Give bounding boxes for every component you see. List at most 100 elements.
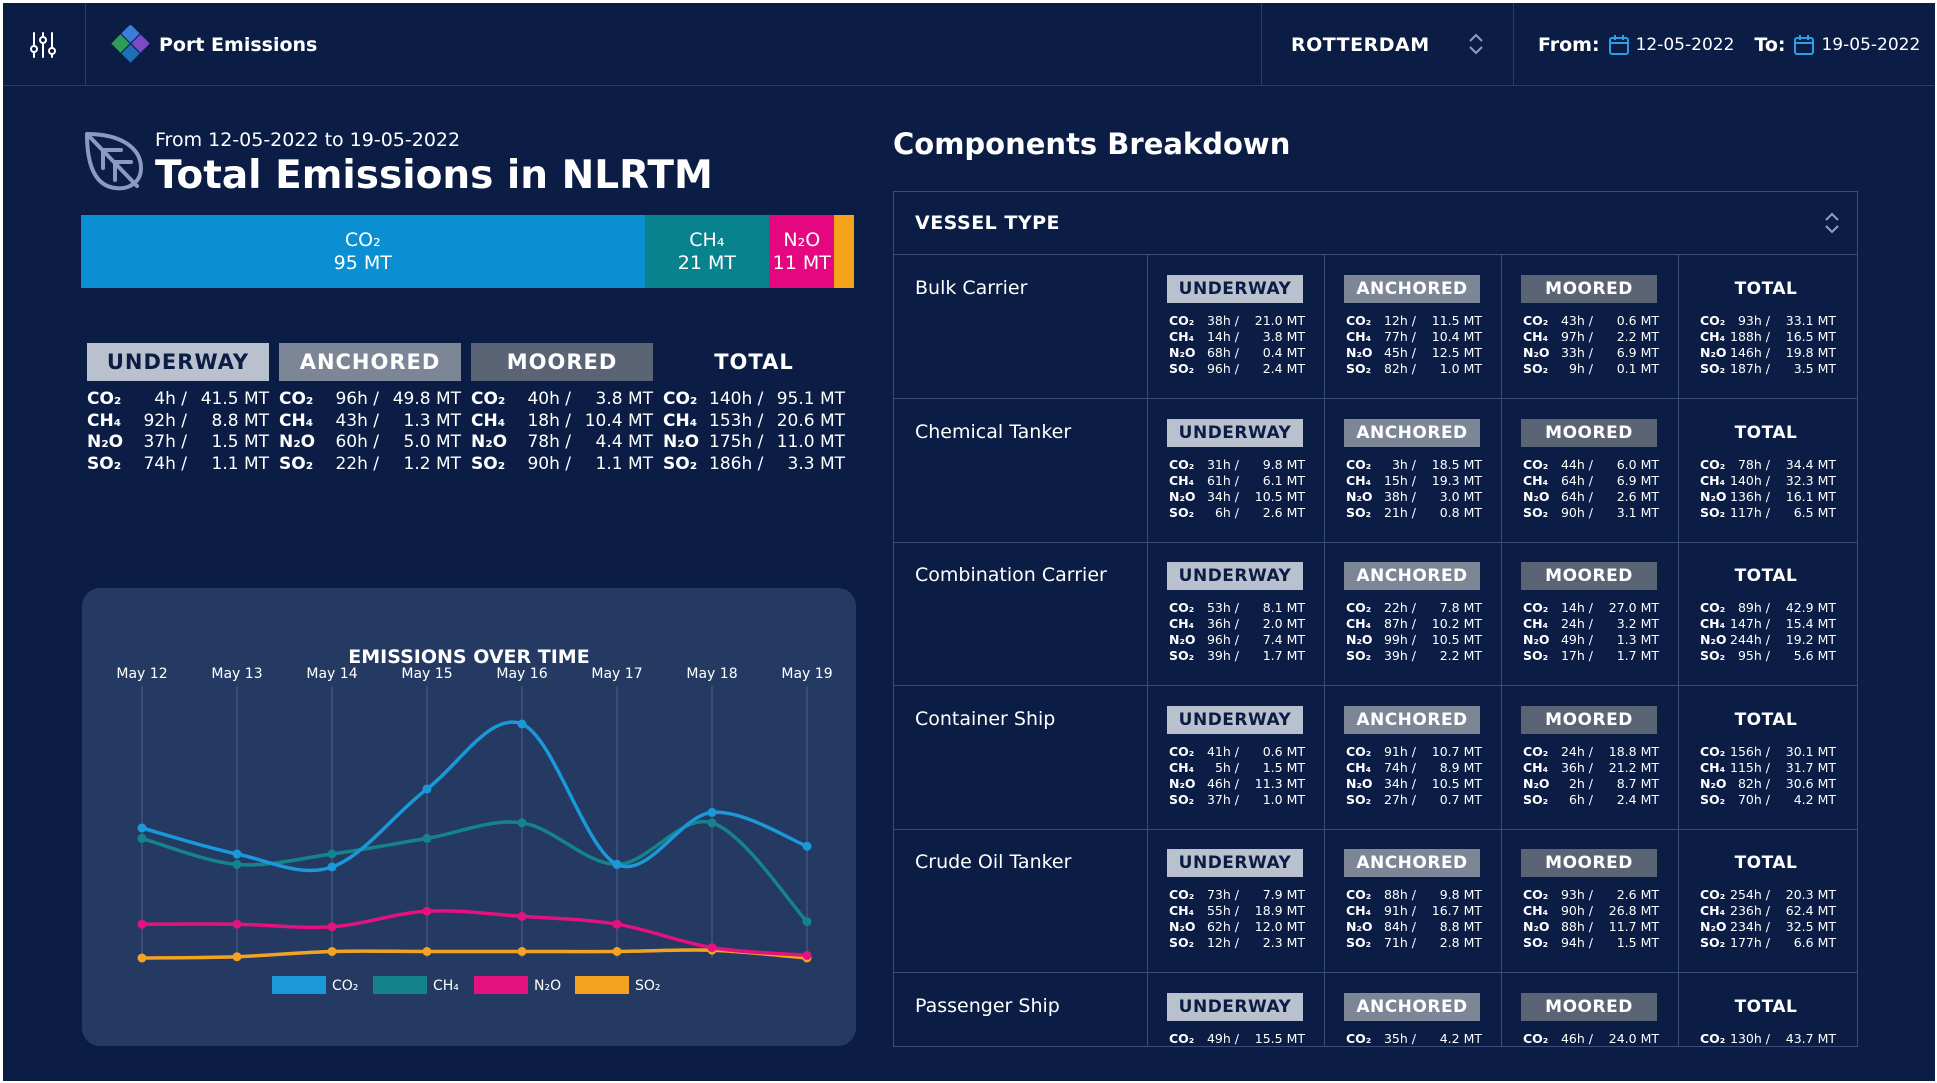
emission-row: N₂O 88h / 11.7 MT [1523, 919, 1659, 935]
mass-value: 42.9 MT [1785, 600, 1836, 615]
legend-label: SO₂ [635, 978, 661, 994]
gas-label: CH₄ [1523, 903, 1549, 918]
status-pill: ANCHORED [1344, 562, 1480, 590]
emission-rows: CO₂ 156h / 30.1 MT CH₄ 115h / 31.7 MT N₂O 82h /… [1700, 744, 1836, 808]
emission-row: CO₂ 93h / 2.6 MT [1523, 887, 1659, 903]
emission-row: SO₂ 96h / 2.4 MT [1169, 361, 1305, 377]
status-row: N₂O 37h / 1.5 MT [87, 432, 269, 454]
gas-label: CO₂ [1523, 600, 1549, 615]
gas-label: CH₄ [1700, 329, 1726, 344]
legend-label: CO₂ [332, 978, 358, 994]
data-point [517, 911, 527, 921]
emission-row: SO₂ 71h / 2.8 MT [1346, 935, 1482, 951]
emission-row: CO₂ 49h / 15.5 MT [1169, 1031, 1305, 1047]
emission-row: CO₂ 3h / 18.5 MT [1346, 457, 1482, 473]
gas-label: N₂O [1169, 775, 1196, 791]
to-label: To: [1754, 33, 1786, 56]
emission-rows: CO₂ 78h /34.4 MT CH₄ 140h /32.3 MT N₂O 136h /… [1700, 457, 1836, 521]
gas-label: CO₂ [1523, 887, 1549, 902]
gas-label: CH₄ [1700, 472, 1726, 488]
data-point [802, 950, 812, 960]
emission-row: N₂O 2h / 8.7 MT [1523, 776, 1659, 792]
mass-value: 49.8 MT [392, 389, 461, 409]
emission-row: CH₄ 36h / 21.2 MT [1523, 760, 1659, 776]
vessel-type-sort-header[interactable]: VESSEL TYPE [894, 192, 1857, 255]
vessel-row: Bulk Carrier UNDERWAY CO₂ 38h / 21.0 MT CH₄ 14… [894, 255, 1857, 399]
hours-value: 37h / [143, 432, 187, 452]
status-pill: UNDERWAY [87, 343, 269, 381]
gas-label: CH₄ [1169, 759, 1195, 775]
port-select[interactable]: ROTTERDAM [1261, 3, 1513, 86]
gas-label: CO₂ [1700, 743, 1726, 759]
hours-value: 236h / [1730, 903, 1770, 918]
hours-value: 35h / [1383, 1030, 1416, 1046]
to-date-picker[interactable]: 19-05-2022 [1793, 34, 1920, 56]
mass-value: 33.1 MT [1785, 313, 1836, 328]
emission-row: SO₂ 187h / 3.5 MT [1700, 361, 1836, 377]
status-pill: UNDERWAY [1167, 418, 1303, 447]
data-point [517, 818, 527, 828]
mass-value: 0.6 MT [1262, 743, 1305, 759]
hours-value: 17h / [1560, 648, 1593, 663]
page-title: Total Emissions in NLRTM [155, 153, 713, 198]
status-cell-moored: MOORED CO₂ 46h / 24.0 MT [1501, 972, 1678, 1046]
emission-rows: CO₂ 12h / 11.5 MT CH₄ 77h / 10.4 MT N₂O 45h / 12… [1346, 313, 1482, 377]
emission-row: CO₂ 93h / 33.1 MT [1700, 313, 1836, 329]
gas-label: CO₂ [1346, 600, 1372, 615]
data-point [232, 952, 242, 962]
emission-row: CH₄ 236h / 62.4 MT [1700, 903, 1836, 919]
chevron-updown-icon [1469, 33, 1483, 55]
status-rows: CO₂ 140h / 95.1 MT CH₄ 153h / 20.6 MT N₂O 175h … [663, 389, 845, 475]
hours-value: 3h / [1391, 456, 1416, 472]
hours-value: 177h / [1730, 935, 1770, 950]
emission-row: SO₂ 39h / 2.2 MT [1346, 648, 1482, 664]
mass-value: 16.5 MT [1785, 329, 1836, 344]
from-date-picker[interactable]: 12-05-2022 [1608, 34, 1734, 56]
emission-row: CH₄ 97h / 2.2 MT [1523, 329, 1659, 345]
emission-row: CO₂ 91h / 10.7 MT [1346, 744, 1482, 760]
gas-label: CO₂ [1523, 1030, 1549, 1046]
status-row: SO₂ 22h / 1.2 MT [279, 454, 461, 476]
status-pill: UNDERWAY [1167, 992, 1303, 1021]
mass-value: 11.3 MT [1254, 775, 1305, 791]
emission-row: N₂O 68h / 0.4 MT [1169, 345, 1305, 361]
data-point [232, 859, 242, 869]
emission-row: SO₂ 21h / 0.8 MT [1346, 505, 1482, 521]
status-row: CO₂ 140h / 95.1 MT [663, 389, 845, 411]
emission-row: SO₂ 27h / 0.7 MT [1346, 792, 1482, 808]
emission-row: CH₄ 91h / 16.7 MT [1346, 903, 1482, 919]
mass-value: 1.5 MT [211, 432, 270, 452]
gas-label: SO₂ [1346, 504, 1372, 520]
mass-value: 19.3 MT [1431, 472, 1482, 488]
hours-value: 6h / [1214, 504, 1239, 520]
vessel-name: Crude Oil Tanker [915, 851, 1072, 873]
legend-swatch [272, 976, 326, 994]
mass-value: 21.2 MT [1608, 759, 1659, 775]
emission-row: N₂O 234h / 32.5 MT [1700, 919, 1836, 935]
hours-value: 140h / [709, 389, 764, 409]
mass-value: 10.7 MT [1431, 743, 1482, 759]
status-row: CH₄ 153h / 20.6 MT [663, 411, 845, 433]
emission-rows: CO₂ 53h / 8.1 MT CH₄ 36h / 2.0 MT N₂O 96h / 7.4 … [1169, 600, 1305, 664]
status-pill: MOORED [1521, 992, 1657, 1021]
data-point [707, 943, 717, 953]
gas-label: CO₂ [1169, 1030, 1195, 1046]
emission-row: SO₂ 70h / 4.2 MT [1700, 792, 1836, 808]
filter-settings-button[interactable] [23, 25, 63, 65]
mass-value: 1.0 MT [1262, 791, 1305, 807]
gas-label: CO₂ [1523, 743, 1549, 759]
hours-value: 5h / [1214, 759, 1239, 775]
mass-value: 1.5 MT [1262, 759, 1305, 775]
status-column-anchored: ANCHORED CO₂ 96h /49.8 MT CH₄ 43h /1.3 MT N₂O… [279, 343, 461, 475]
hours-value: 136h / [1730, 488, 1770, 504]
gas-label: CH₄ [1169, 329, 1195, 344]
emission-row: CO₂ 78h / 34.4 MT [1700, 457, 1836, 473]
emission-rows: CO₂ 130h / 43.7 MT [1700, 1031, 1836, 1047]
app-frame: Port Emissions ROTTERDAM From: 12-05-202… [3, 3, 1935, 1081]
mass-value: 10.4 MT [584, 410, 653, 431]
bar-segment: CO₂ 95 MT [81, 215, 645, 288]
gas-label: N₂O [1169, 488, 1196, 504]
emission-rows: CO₂ 89h /42.9 MT CH₄ 147h /15.4 MT N₂O 244h /… [1700, 600, 1836, 664]
mass-value: 10.5 MT [1254, 488, 1305, 504]
emission-row: CO₂ 44h / 6.0 MT [1523, 457, 1659, 473]
